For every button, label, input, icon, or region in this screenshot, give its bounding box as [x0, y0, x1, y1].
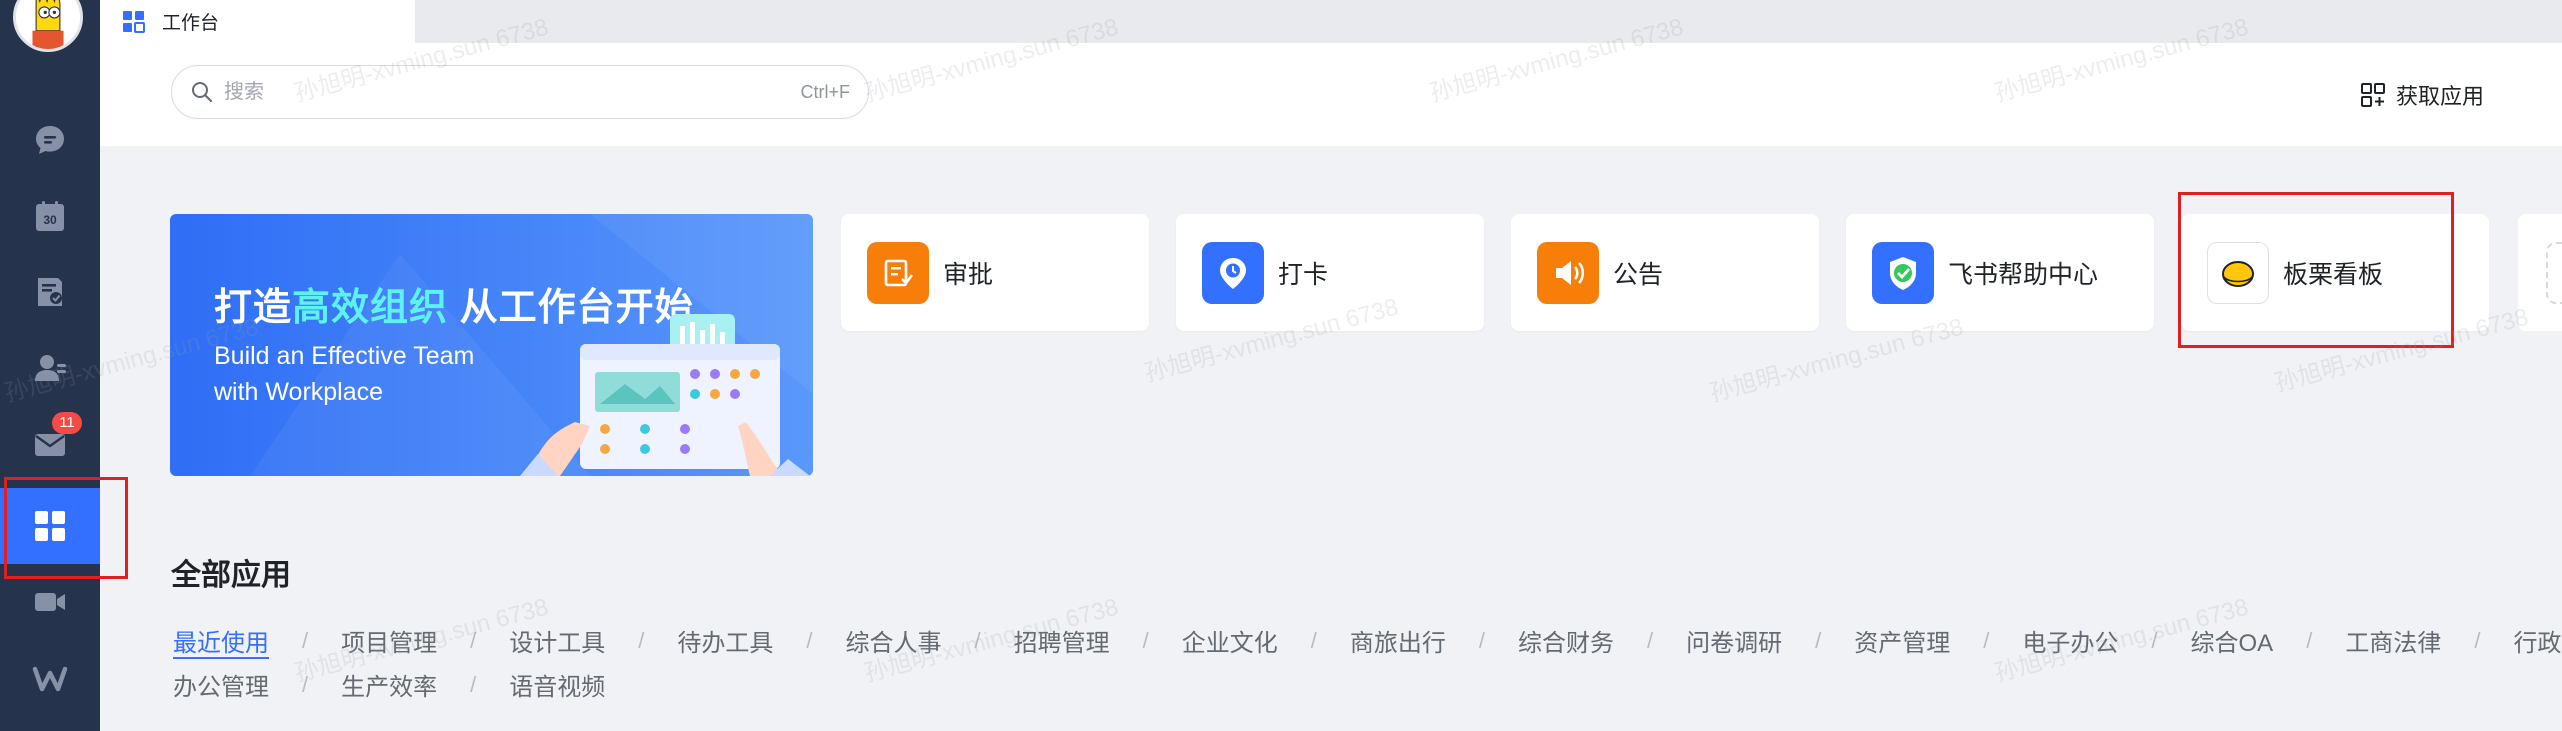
- category-legal[interactable]: 工商法律: [2345, 623, 2441, 658]
- app-card-label: 审批: [943, 260, 994, 289]
- wiki-icon: [32, 666, 68, 692]
- help-center-icon: [1872, 241, 1934, 304]
- banner-subtitle: Build an Effective Team with Workplace: [214, 342, 475, 406]
- avatar-image: [16, 0, 80, 49]
- search-shortcut: Ctrl+F: [800, 81, 851, 102]
- app-card-label: 打卡: [1278, 260, 1329, 289]
- promo-banner[interactable]: 打造高效组织 从工作台开始 Build an Effective Team wi…: [170, 214, 813, 476]
- category-culture[interactable]: 企业文化: [1182, 623, 1278, 658]
- svg-text:30: 30: [43, 213, 57, 227]
- sidebar: 30 11: [0, 0, 100, 731]
- nav-docs[interactable]: [0, 254, 100, 330]
- video-camera-icon: [35, 593, 65, 611]
- app-store-icon: [2361, 83, 2385, 107]
- all-apps-title: 全部应用: [171, 559, 291, 592]
- app-card-announcement[interactable]: 公告: [1511, 214, 1819, 331]
- document-icon: [38, 278, 62, 306]
- category-finance[interactable]: 综合财务: [1518, 623, 1614, 658]
- nav-contacts[interactable]: [0, 330, 100, 406]
- app-card-help-center[interactable]: 飞书帮助中心: [1846, 214, 2154, 331]
- category-office[interactable]: 办公管理: [173, 667, 269, 702]
- app-card-label: 公告: [1613, 260, 1664, 289]
- category-recruiting[interactable]: 招聘管理: [1014, 623, 1110, 658]
- category-todo[interactable]: 待办工具: [677, 623, 773, 658]
- nav-wiki[interactable]: [0, 640, 100, 716]
- category-row-1: 最近使用 / 项目管理 / 设计工具 / 待办工具 / 综合人事 / 招聘管理 / 企业文化…: [173, 623, 2561, 658]
- approval-icon: [867, 241, 929, 304]
- nav-calendar[interactable]: 30: [0, 178, 100, 254]
- announcement-icon: [1537, 241, 1599, 304]
- avatar[interactable]: [13, 0, 83, 52]
- get-apps-label: 获取应用: [2396, 84, 2485, 109]
- category-hr[interactable]: 综合人事: [846, 623, 942, 658]
- tab-label: 工作台: [162, 13, 220, 34]
- tab-strip: [100, 0, 2562, 43]
- header: Ctrl+F 获取应用: [100, 43, 2562, 146]
- category-admin[interactable]: 行政: [2513, 623, 2561, 658]
- banner-title-prefix: 打造: [214, 287, 293, 329]
- category-design[interactable]: 设计工具: [509, 623, 605, 658]
- contacts-icon: [35, 355, 66, 381]
- workplace-tab-icon: [123, 10, 145, 33]
- calendar-icon: 30: [36, 201, 64, 231]
- unread-badge: 11: [52, 412, 82, 434]
- search-icon: [192, 82, 212, 102]
- dashboard-illustration: [520, 314, 810, 476]
- clock-in-icon: [1202, 241, 1264, 304]
- search-input[interactable]: [224, 80, 801, 104]
- nav-mail[interactable]: 11: [0, 406, 100, 482]
- highlight-workplace-nav: [4, 477, 128, 579]
- add-app-placeholder: [2546, 242, 2562, 304]
- app-card-add[interactable]: [2518, 214, 2562, 331]
- chat-bubble-icon: [36, 126, 64, 154]
- app-card-approval[interactable]: 审批: [841, 214, 1149, 331]
- category-travel[interactable]: 商旅出行: [1350, 623, 1446, 658]
- category-recent[interactable]: 最近使用: [173, 623, 269, 658]
- tab-workplace[interactable]: 工作台: [100, 0, 415, 43]
- get-apps-button[interactable]: 获取应用: [2360, 79, 2484, 111]
- category-e-office[interactable]: 电子办公: [2022, 623, 2118, 658]
- app-card-label: 飞书帮助中心: [1948, 260, 2099, 289]
- banner-title-highlight: 高效组织: [292, 287, 449, 329]
- category-project[interactable]: 项目管理: [341, 623, 437, 658]
- highlight-chestnut-card: [2178, 192, 2454, 348]
- nav-messenger[interactable]: [0, 102, 100, 178]
- category-productivity[interactable]: 生产效率: [341, 667, 437, 702]
- search-box[interactable]: Ctrl+F: [171, 65, 869, 119]
- category-oa[interactable]: 综合OA: [2191, 623, 2274, 658]
- category-row-2: 办公管理 / 生产效率 / 语音视频: [173, 667, 605, 702]
- category-voice-video[interactable]: 语音视频: [509, 667, 605, 702]
- category-assets[interactable]: 资产管理: [1854, 623, 1950, 658]
- app-card-clock-in[interactable]: 打卡: [1176, 214, 1484, 331]
- category-survey[interactable]: 问卷调研: [1686, 623, 1782, 658]
